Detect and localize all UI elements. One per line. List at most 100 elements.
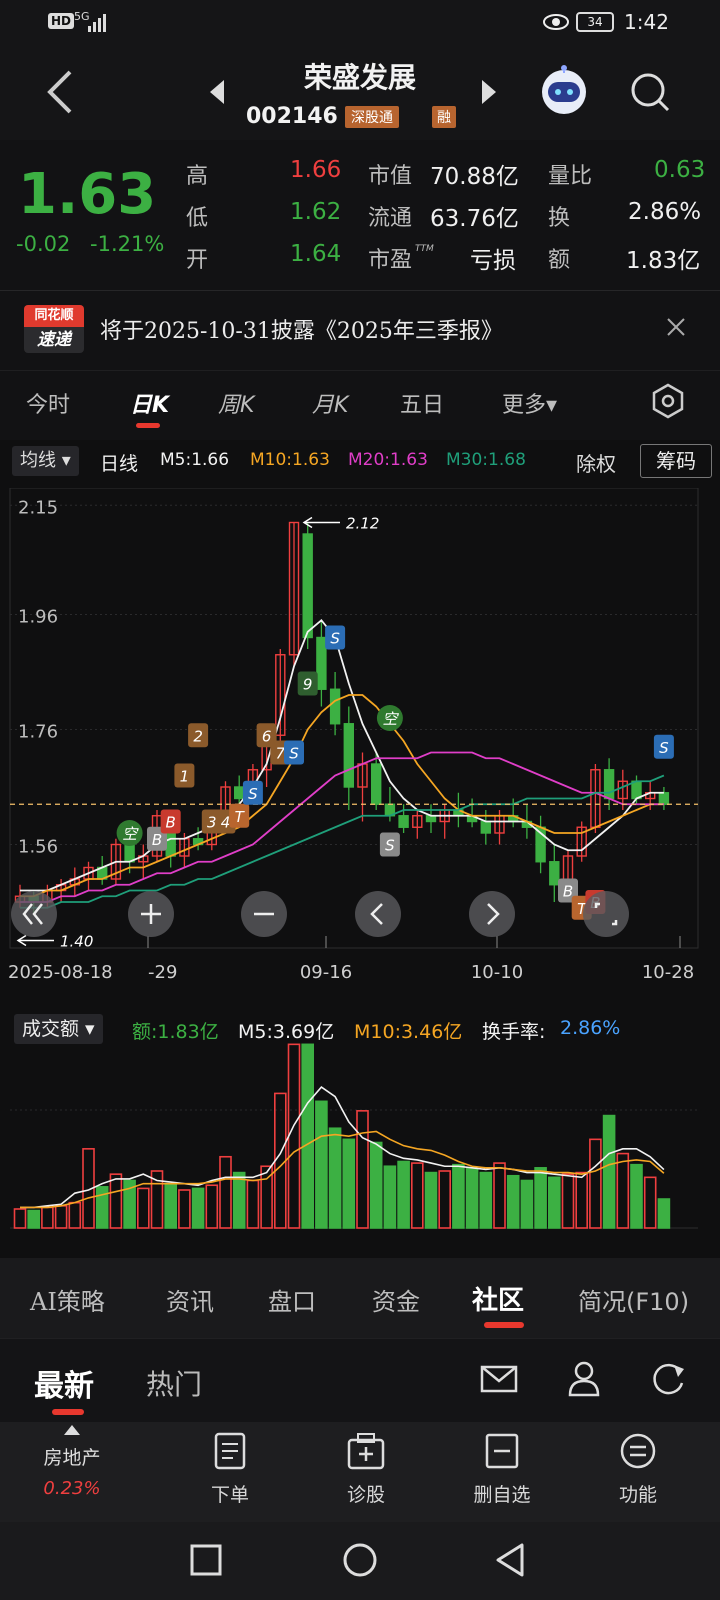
tab-community[interactable]: 社区 xyxy=(472,1280,524,1317)
volume-bar xyxy=(561,1173,575,1229)
tab-monthly-k[interactable]: 月K xyxy=(312,387,348,419)
scroll-right-icon xyxy=(469,891,515,937)
volume-m10_line xyxy=(20,1130,665,1209)
tab-news[interactable]: 资讯 xyxy=(166,1282,214,1317)
x-date-label: 09-16 xyxy=(300,962,352,983)
tab-weekly-k[interactable]: 周K xyxy=(218,387,254,419)
signal-badge-text: S xyxy=(659,739,669,757)
candle-body xyxy=(480,820,491,834)
tab-ai-strategy[interactable]: AI策略 xyxy=(30,1282,105,1317)
tab-five-day[interactable]: 五日 xyxy=(400,387,444,419)
news-flash-banner[interactable]: 同花顺 速递 将于2025-10-31披露《2025年三季报》 xyxy=(0,290,720,370)
candle-body xyxy=(631,780,642,800)
eye-icon xyxy=(542,11,570,37)
volume-bar xyxy=(109,1173,123,1229)
volume-bar xyxy=(452,1163,465,1229)
low-marker-label: 1.40 xyxy=(60,933,93,951)
remove-watchlist-button[interactable]: 删自选 xyxy=(430,1432,574,1507)
tab-more[interactable]: 更多▾ xyxy=(502,387,557,419)
signal-badge-text: 9 xyxy=(303,676,313,694)
tab-capital[interactable]: 资金 xyxy=(372,1282,420,1317)
kline-svg: 2.15 1.96 1.76 1.56 2025-08-18 -29 09-16 10-10 1… xyxy=(8,487,699,983)
tab-daily-k[interactable]: 日K xyxy=(130,387,169,419)
user-icon[interactable] xyxy=(566,1359,602,1401)
diagnose-icon xyxy=(347,1433,385,1470)
search-icon[interactable] xyxy=(628,70,672,118)
kline-chart[interactable]: 2.15 1.96 1.76 1.56 2025-08-18 -29 09-16 10-10 1… xyxy=(0,487,720,1008)
x-date-label: 2025-08-18 xyxy=(8,962,113,983)
candle-body xyxy=(233,786,245,800)
community-tabs: 最新 热门 xyxy=(0,1338,720,1422)
zoom-in-icon xyxy=(128,891,174,937)
price-change-pct: -1.21% xyxy=(90,232,165,256)
high-label: 高 xyxy=(186,164,209,189)
open-value: 1.64 xyxy=(290,241,342,267)
float-cap-label: 流通 xyxy=(368,206,413,231)
status-bar: HD 5G 34 1:42 xyxy=(0,0,720,46)
candle-body xyxy=(398,815,409,828)
market-cap-label: 市值 xyxy=(368,164,413,189)
tab-f10[interactable]: 简况(F10) xyxy=(578,1282,689,1317)
amount-value: 1.83亿 xyxy=(626,248,701,274)
volume-bar xyxy=(493,1162,506,1229)
ma-select-button[interactable]: 均线 ▾ xyxy=(12,446,79,476)
float-cap-value: 63.76亿 xyxy=(430,206,519,232)
volume-bar xyxy=(630,1163,643,1229)
back-nav-icon[interactable] xyxy=(494,1542,526,1582)
turnover-value: 2.86% xyxy=(628,199,702,225)
y-tick-label: 2.15 xyxy=(18,497,58,518)
battery-icon: 34 xyxy=(576,12,614,32)
volume-m5_line xyxy=(20,1086,665,1209)
volume-bar xyxy=(191,1187,205,1229)
robot-assistant-icon[interactable] xyxy=(538,64,590,120)
diagnose-button[interactable]: 诊股 xyxy=(294,1432,438,1507)
sector-pct: 0.23% xyxy=(43,1478,101,1499)
last-price: 1.63 xyxy=(18,162,157,227)
volume-bar xyxy=(438,1170,452,1229)
signal-icon xyxy=(88,12,108,36)
back-icon[interactable] xyxy=(44,68,76,120)
signal-badge-text: 2 xyxy=(193,727,203,745)
volume-bar xyxy=(301,1043,315,1229)
close-icon[interactable] xyxy=(664,315,688,343)
order-button[interactable]: 下单 xyxy=(158,1432,302,1507)
fullscreen-icon xyxy=(583,891,629,937)
high-value: 1.66 xyxy=(290,157,342,183)
volume-bar xyxy=(315,1100,328,1229)
volume-bar xyxy=(205,1184,219,1229)
tab-latest[interactable]: 最新 xyxy=(34,1361,94,1405)
pe-label: 市盈 xyxy=(368,248,413,273)
tab-intraday[interactable]: 今时 xyxy=(26,387,70,419)
volume-bar xyxy=(164,1182,177,1229)
ex-rights-button[interactable]: 除权 xyxy=(576,448,616,477)
ma30-value: M30:1.68 xyxy=(446,450,526,470)
stock-header: 荣盛发展 002146 深股通 融 xyxy=(0,46,720,140)
prev-stock-icon[interactable] xyxy=(208,80,226,108)
volume-bar xyxy=(547,1176,561,1229)
signal-badge-text: S xyxy=(385,837,395,855)
settings-hexagon-icon[interactable] xyxy=(650,383,686,423)
volume-panel[interactable]: 成交额 ▾ 额:1.83亿 M5:3.69亿 M10:3.46亿 换手率: 2.… xyxy=(0,1008,720,1258)
signal-badge-text: 空 xyxy=(382,710,399,728)
tab-orderbook[interactable]: 盘口 xyxy=(268,1282,316,1317)
next-stock-icon[interactable] xyxy=(480,80,498,108)
recent-apps-icon[interactable] xyxy=(190,1544,222,1580)
volume-bar xyxy=(465,1167,479,1229)
tab-hot[interactable]: 热门 xyxy=(146,1363,202,1403)
candle-body xyxy=(371,763,382,805)
volume-bar xyxy=(246,1179,260,1229)
mail-icon[interactable] xyxy=(480,1363,518,1399)
refresh-icon[interactable] xyxy=(648,1359,688,1403)
functions-button[interactable]: 功能 xyxy=(566,1432,710,1507)
volume-bar xyxy=(328,1127,342,1229)
candle-body xyxy=(302,533,313,639)
margin-badge: 融 xyxy=(432,106,456,128)
sector-info[interactable]: 房地产 0.23% xyxy=(0,1422,144,1499)
volume-bar xyxy=(95,1186,109,1229)
signal-badge-text: S xyxy=(289,745,299,763)
candle-body xyxy=(316,636,327,690)
low-value: 1.62 xyxy=(290,199,342,225)
home-icon[interactable] xyxy=(342,1542,378,1582)
chip-button[interactable]: 筹码 xyxy=(640,444,712,478)
volume-bar xyxy=(383,1165,397,1229)
